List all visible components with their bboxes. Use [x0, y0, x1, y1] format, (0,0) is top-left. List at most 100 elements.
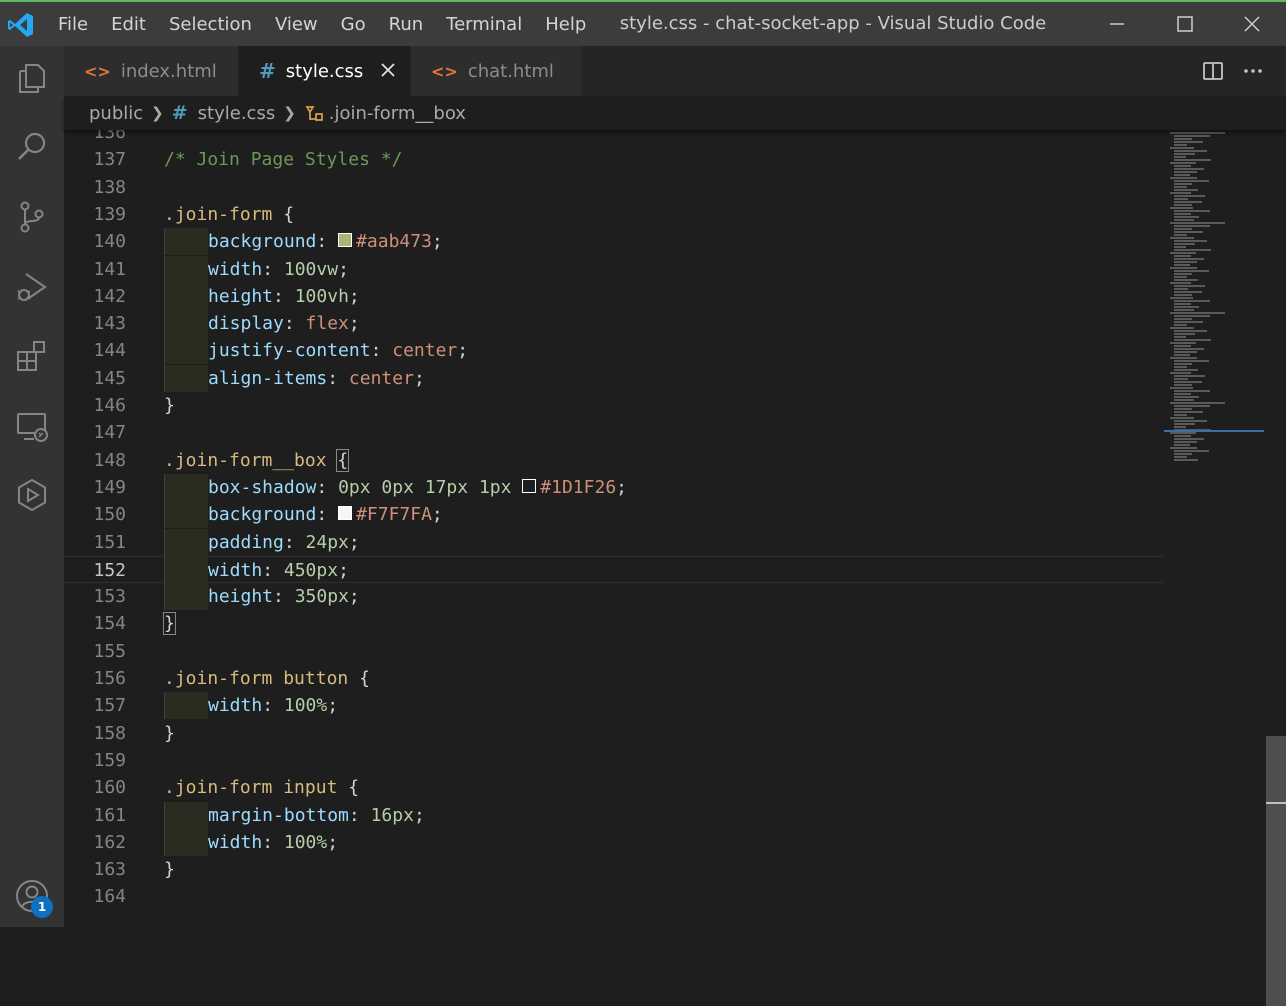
close-window-button[interactable]	[1218, 2, 1286, 46]
breadcrumb-file[interactable]: style.css	[198, 103, 276, 124]
line-number[interactable]: 139	[64, 201, 126, 228]
minimap-line	[1174, 141, 1203, 143]
line-number[interactable]: 156	[64, 665, 126, 692]
line-number[interactable]: 151	[64, 529, 126, 556]
line-number[interactable]: 161	[64, 802, 126, 829]
code-line[interactable]: 161 margin-bottom: 16px;	[64, 801, 1164, 829]
line-number[interactable]: 164	[64, 883, 126, 910]
code-line[interactable]: 147	[64, 419, 1164, 446]
line-number[interactable]: 153	[64, 583, 126, 610]
split-editor-icon[interactable]	[1202, 60, 1224, 82]
code-line[interactable]: 162 width: 100%;	[64, 828, 1164, 856]
line-number[interactable]: 160	[64, 774, 126, 801]
minimap-line	[1174, 204, 1192, 206]
html-file-icon: <>	[431, 61, 458, 81]
remote-explorer-button[interactable]	[12, 406, 52, 446]
code-line[interactable]: 158}	[64, 720, 1164, 747]
minimize-button[interactable]	[1083, 2, 1151, 46]
line-number[interactable]: 137	[64, 146, 126, 173]
tab-chat-html[interactable]: <> chat.html	[411, 46, 583, 96]
run-debug-button[interactable]	[12, 267, 52, 307]
tab-index-html[interactable]: <> index.html	[64, 46, 239, 96]
code-line[interactable]: 137 /* Join Page Styles */	[64, 146, 1164, 173]
code-text: .join-form {	[164, 201, 294, 228]
editor-actions	[1202, 46, 1286, 96]
minimap-slider[interactable]	[1164, 430, 1264, 432]
minimap-line	[1170, 207, 1193, 209]
line-number[interactable]: 136	[64, 130, 126, 146]
cursor-position-marker	[1266, 802, 1286, 804]
line-number[interactable]: 147	[64, 419, 126, 446]
breadcrumb-symbol[interactable]: .join-form__box	[329, 103, 466, 124]
code-line[interactable]: 157 width: 100%;	[64, 692, 1164, 720]
line-number[interactable]: 159	[64, 747, 126, 774]
line-number[interactable]: 150	[64, 501, 126, 528]
code-line[interactable]: 160 .join-form input {	[64, 774, 1164, 801]
line-number[interactable]: 145	[64, 365, 126, 392]
code-line[interactable]: 153 height: 350px;	[64, 583, 1164, 611]
minimap-line	[1170, 177, 1197, 179]
line-number[interactable]: 138	[64, 174, 126, 201]
code-line[interactable]: 141 width: 100vw;	[64, 255, 1164, 283]
line-number[interactable]: 140	[64, 228, 126, 255]
line-number[interactable]: 142	[64, 283, 126, 310]
line-number[interactable]: 154	[64, 610, 126, 637]
minimap[interactable]	[1164, 130, 1266, 927]
extra-view-button[interactable]	[12, 475, 52, 515]
code-line[interactable]: 138	[64, 174, 1164, 201]
code-line[interactable]: 156 .join-form button {	[64, 665, 1164, 692]
code-line[interactable]: 148 .join-form__box {	[64, 447, 1164, 474]
indent-guide	[164, 228, 208, 256]
code-line[interactable]: 151 padding: 24px;	[64, 528, 1164, 556]
code-line[interactable]: 152 width: 450px;	[64, 555, 1164, 584]
code-line[interactable]: 139 .join-form {	[64, 201, 1164, 228]
code-line[interactable]: 136	[64, 130, 1164, 146]
line-number[interactable]: 141	[64, 256, 126, 283]
line-number[interactable]: 144	[64, 337, 126, 364]
code-line[interactable]: 154}	[64, 610, 1164, 637]
color-swatch[interactable]	[338, 233, 353, 248]
code-line[interactable]: 159	[64, 747, 1164, 774]
code-text: /* Join Page Styles */	[164, 146, 402, 173]
breadcrumb-folder[interactable]: public	[89, 103, 143, 124]
source-control-button[interactable]	[12, 197, 52, 237]
code-line[interactable]: 140 background: #aab473;	[64, 228, 1164, 256]
line-number[interactable]: 149	[64, 474, 126, 501]
line-number[interactable]: 143	[64, 310, 126, 337]
minimap-line	[1170, 132, 1226, 134]
code-line[interactable]: 143 display: flex;	[64, 310, 1164, 338]
color-swatch[interactable]	[338, 506, 353, 521]
search-button[interactable]	[12, 127, 52, 167]
code-line[interactable]: 149 box-shadow: 0px 0px 17px 1px #1D1F26;	[64, 473, 1164, 501]
code-line[interactable]: 145 align-items: center;	[64, 364, 1164, 392]
code-line[interactable]: 164	[64, 883, 1164, 910]
code-line[interactable]: 146}	[64, 392, 1164, 419]
explorer-button[interactable]	[12, 58, 52, 98]
code-line[interactable]: 150 background: #F7F7FA;	[64, 501, 1164, 529]
code-editor[interactable]: 136 137 /* Join Page Styles */ 138 139 .join-…	[64, 130, 1164, 927]
scrollbar-thumb[interactable]	[1266, 736, 1286, 1006]
tab-label: style.css	[285, 60, 364, 82]
close-tab-icon[interactable]	[378, 60, 398, 80]
code-line[interactable]: 142 height: 100vh;	[64, 282, 1164, 310]
code-line[interactable]: 163}	[64, 856, 1164, 883]
line-number[interactable]: 163	[64, 856, 126, 883]
line-number[interactable]: 146	[64, 392, 126, 419]
line-number[interactable]: 155	[64, 638, 126, 665]
line-number[interactable]: 158	[64, 720, 126, 747]
vertical-scrollbar[interactable]	[1266, 130, 1286, 1006]
line-number[interactable]: 157	[64, 692, 126, 719]
line-number[interactable]: 162	[64, 829, 126, 856]
extensions-button[interactable]	[12, 336, 52, 376]
code-line[interactable]: 155	[64, 638, 1164, 665]
indent-guide	[164, 828, 208, 856]
color-swatch[interactable]	[522, 478, 537, 493]
line-number[interactable]: 152	[64, 557, 126, 584]
tab-style-css[interactable]: # style.css	[239, 46, 411, 96]
minimap-line	[1170, 372, 1191, 374]
more-actions-icon[interactable]	[1242, 60, 1264, 82]
minimap-line	[1174, 246, 1186, 248]
code-line[interactable]: 144 justify-content: center;	[64, 337, 1164, 365]
maximize-button[interactable]	[1151, 2, 1219, 46]
line-number[interactable]: 148	[64, 447, 126, 474]
